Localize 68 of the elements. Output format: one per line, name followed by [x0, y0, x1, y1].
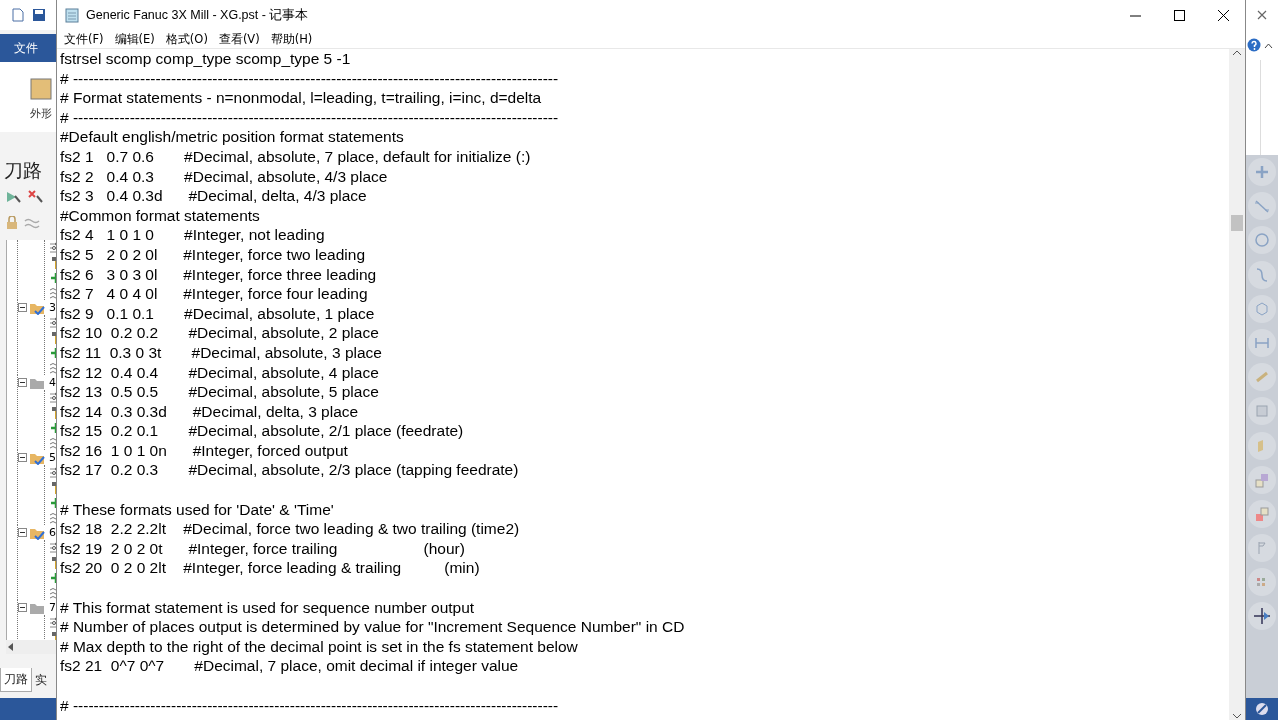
text-line: fstrsel scomp comp_type scomp_type 5 -1	[60, 49, 351, 69]
maximize-icon[interactable]	[1173, 9, 1185, 21]
text-line: # Format statements - n=nonmodal, l=leading, t=trailing, i=inc, d=delta	[60, 88, 542, 108]
status-bar	[0, 698, 56, 720]
text-line: # Max depth to the right of the decimal point is set in the fs statement below	[60, 636, 578, 657]
scroll-down-icon[interactable]	[1232, 712, 1242, 720]
text-line: fs2 14 0.3 0.3d #Decimal, delta, 3 place	[60, 401, 359, 422]
notepad-icon	[64, 7, 80, 23]
text-line: fs2 13 0.5 0.5 #Decimal, absolute, 5 place	[60, 382, 379, 402]
panel-tab[interactable]: 刀路	[0, 668, 32, 692]
scroll-thumb[interactable]	[1231, 215, 1243, 231]
text-line: fs2 12 0.4 0.4 #Decimal, absolute, 4 place	[60, 362, 379, 383]
text-line: fs2 16 1 0 1 0n #Integer, forced output	[60, 440, 348, 461]
close-icon[interactable]	[1217, 9, 1229, 21]
text-line: fs2 15 0.2 0.1 #Decimal, absolute, 2/1 place (feedrate)	[60, 421, 464, 441]
text-line: fs2 20 0 2 0 2lt #Integer, force leading & trailing (min)	[60, 558, 480, 579]
text-line: fs2 6 3 0 3 0l #Integer, force three leading	[60, 264, 377, 285]
tree-item[interactable]: 3	[48, 301, 56, 314]
axis-icon[interactable]	[1247, 601, 1277, 632]
panel-title: 刀路	[3, 158, 43, 183]
text-line: #Default english/metric position format statements	[60, 127, 404, 147]
shading-icon[interactable]	[1255, 702, 1269, 716]
window-title: Generic Fanuc 3X Mill - XG.pst - 记事本	[86, 6, 310, 24]
text-line: fs2 4 1 0 1 0 #Integer, not leading	[60, 225, 325, 245]
menu-item[interactable]: 帮助(H)	[265, 30, 319, 48]
tree-item[interactable]: 6	[48, 526, 56, 539]
text-line: fs2 21 0^7 0^7 #Decimal, 7 place, omit decimal if integer value	[60, 656, 519, 676]
menu-item[interactable]: 查看(V)	[213, 30, 266, 48]
text-line: fs2 19 2 0 2 0t #Integer, force trailing (hour)	[60, 538, 465, 559]
text-line: fs2 5 2 0 2 0l #Integer, force two leading	[60, 244, 366, 265]
tree-item[interactable]: 5	[48, 451, 56, 464]
menu-item[interactable]: 文件(F)	[59, 30, 110, 48]
text-line: fs2 7 4 0 4 0l #Integer, force four leading	[60, 284, 368, 304]
text-line: fs2 10 0.2 0.2 #Decimal, absolute, 2 place	[60, 323, 379, 343]
square-icon	[30, 78, 52, 100]
text-line: fs2 18 2.2 2.2lt #Decimal, force two leading & two trailing (time2)	[60, 519, 520, 539]
text-line: fs2 2 0.4 0.3 #Decimal, absolute, 4/3 place	[60, 166, 388, 187]
contour-button[interactable]: 外形	[30, 106, 56, 121]
scroll-left-icon[interactable]	[6, 642, 16, 652]
text-line: # Number of places output is determined by value for "Increment Sequence Number" in CD	[60, 617, 685, 637]
collapse-icon[interactable]	[18, 453, 27, 462]
text-line: # These formats used for 'Date' & 'Time'	[60, 499, 334, 520]
select-icon[interactable]	[6, 190, 22, 204]
tree-item[interactable]: 7	[48, 601, 56, 614]
panel-tab[interactable]: 实	[32, 668, 50, 692]
collapse-icon[interactable]	[18, 528, 27, 537]
text-line: # ----------------------------------------------------------------------------------------------	[60, 695, 559, 716]
help-icon[interactable]	[1247, 38, 1261, 52]
text-line: fs2 9 0.1 0.1 #Decimal, absolute, 1 place	[60, 303, 375, 324]
document-icon[interactable]	[12, 8, 24, 22]
menu-item[interactable]: 编辑(E)	[109, 30, 161, 48]
collapse-ribbon-icon[interactable]	[1264, 41, 1273, 49]
menu-item[interactable]: 格式(O)	[160, 30, 214, 48]
text-line: fs2 3 0.4 0.3d #Decimal, delta, 4/3 place	[60, 186, 367, 206]
collapse-icon[interactable]	[18, 303, 27, 312]
text-line: # ----------------------------------------------------------------------------------------------	[60, 107, 559, 128]
text-line: # ----------------------------------------------------------------------------------------------	[60, 68, 559, 89]
deselect-icon[interactable]	[28, 190, 44, 204]
text-line: #Common format statements	[60, 205, 260, 226]
text-line: # This format statement is used for sequence number output	[60, 597, 475, 618]
save-icon[interactable]	[32, 8, 46, 22]
collapse-icon[interactable]	[18, 378, 27, 387]
text-line: fs2 17 0.2 0.3 #Decimal, absolute, 2/3 place (tapping feedrate)	[60, 460, 519, 481]
scroll-up-icon[interactable]	[1232, 49, 1242, 57]
text-line: fs2 11 0.3 0 3t #Decimal, absolute, 3 place	[60, 342, 382, 363]
collapse-icon[interactable]	[18, 603, 27, 612]
text-line: fs2 1 0.7 0.6 #Decimal, absolute, 7 place, default for initialize (:)	[60, 146, 531, 167]
tree-item[interactable]: 4	[48, 376, 56, 389]
